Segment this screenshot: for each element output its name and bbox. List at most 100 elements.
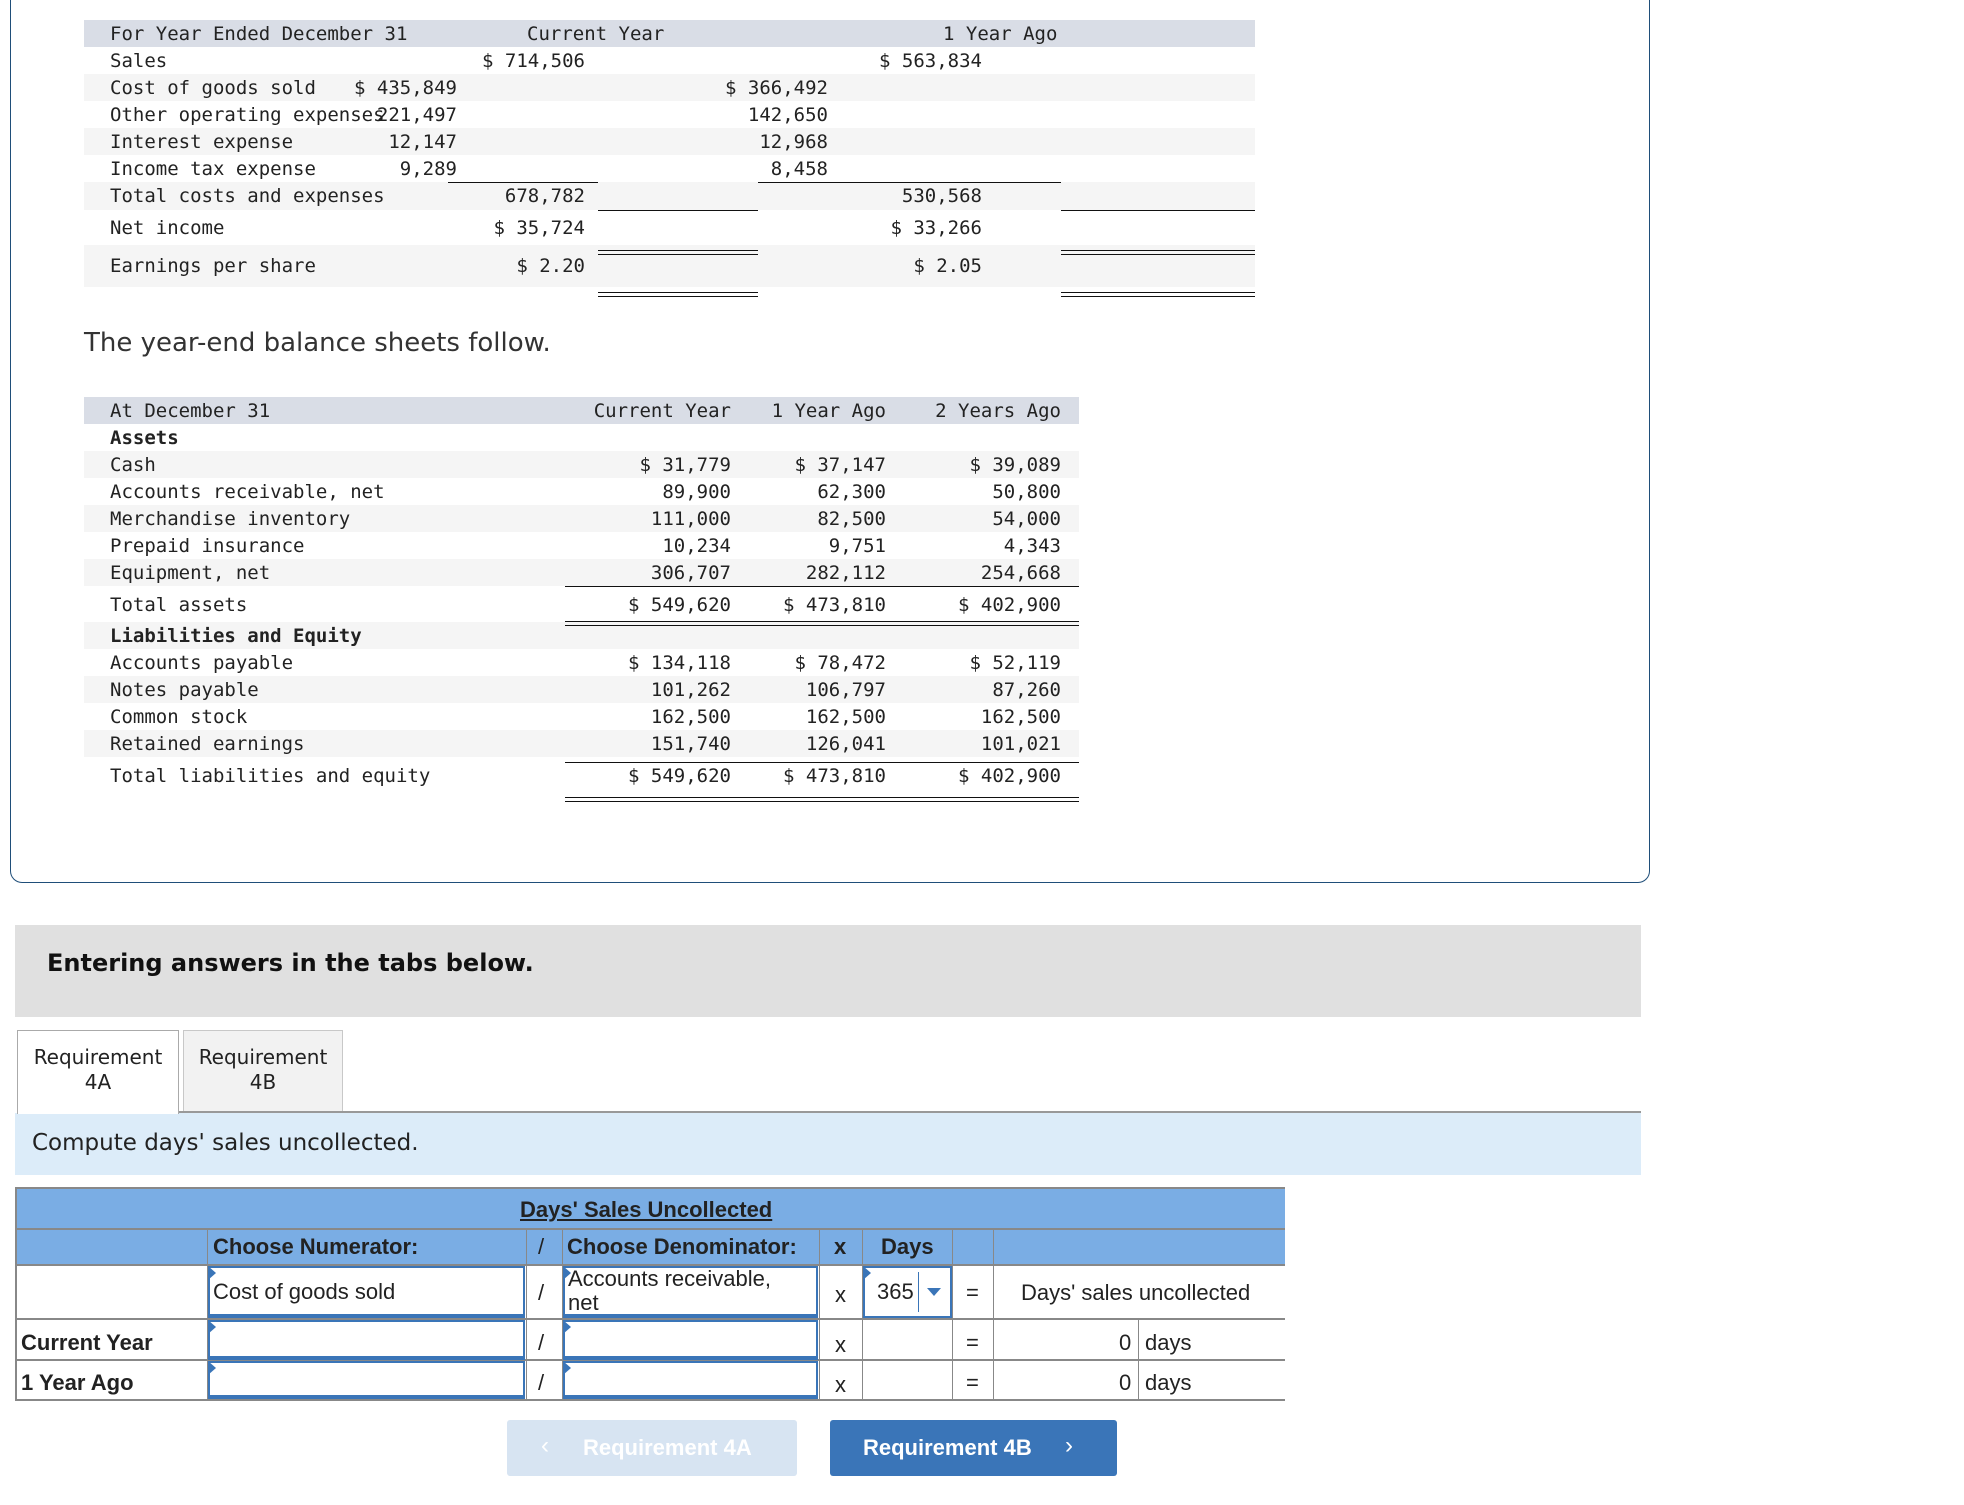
chevron-left-icon: ‹ [541,1432,549,1459]
chevron-right-icon: › [1065,1432,1073,1459]
dropdown-flag-icon [863,1266,871,1280]
rule-line [758,182,1061,183]
header-denominator: Choose Denominator: [567,1234,797,1259]
balance-row-label: Accounts receivable, net [110,481,385,503]
balance-value: $ 473,810 [783,765,886,787]
balance-value: 54,000 [992,508,1061,530]
balance-value: $ 134,118 [628,652,731,674]
balance-value: 82,500 [817,508,886,530]
income-py-total: 530,568 [901,185,982,207]
rule-line [1061,292,1255,297]
income-row: Sales $ 714,506 $ 563,834 [84,47,1255,74]
income-cy-detail: 9,289 [399,158,457,180]
rule-line [565,762,1079,763]
balance-value: 50,800 [992,481,1061,503]
balance-value: $ 37,147 [794,454,886,476]
days-sales-uncollected-table: Days' Sales Uncollected Choose Numerator… [15,1187,1285,1401]
balance-header-col-2yr: 2 Years Ago [935,400,1061,422]
current-year-div: / [538,1330,545,1355]
one-year-ago-result-unit: days [1145,1370,1192,1395]
entering-answers-text: Entering answers in the tabs below. [47,949,534,977]
numerator-select-formula[interactable]: Cost of goods sold [208,1266,525,1318]
balance-header-col-current: Current Year [593,400,731,422]
balance-value: 306,707 [650,562,731,584]
income-row: Net income $ 35,724 $ 33,266 [84,210,1255,245]
grid-line [952,1228,953,1401]
balance-row: Retained earnings 151,740 126,041 101,021 [84,730,1079,757]
balance-value: 9,751 [828,535,886,557]
balance-header-col-1yr: 1 Year Ago [771,400,886,422]
balance-row: Common stock 162,500 162,500 162,500 [84,703,1079,730]
income-cy-detail: $ 435,849 [354,77,457,99]
grid-line [819,1228,820,1401]
income-header-label: For Year Ended December 31 [110,23,408,45]
balance-row: Merchandise inventory 111,000 82,500 54,000 [84,505,1079,532]
balance-row-label: Total liabilities and equity [110,765,431,787]
income-py-total: $ 33,266 [890,216,982,239]
balance-row-label: Cash [110,454,156,476]
days-select[interactable]: 365 [863,1266,952,1318]
denominator-select-formula[interactable]: Accounts receivable, net [563,1266,818,1318]
balance-value: $ 402,900 [958,594,1061,616]
balance-value: 89,900 [662,481,731,503]
dsu-header-row: Choose Numerator: / Choose Denominator: … [15,1228,1285,1264]
header-numerator: Choose Numerator: [213,1234,419,1259]
tab-4a-line2: 4A [84,1070,112,1094]
balance-value: $ 549,620 [628,594,731,616]
tab-4b-line2: 4B [249,1070,277,1094]
income-row: Other operating expenses 221,497 142,650 [84,101,1255,128]
balance-value: 162,500 [805,706,886,728]
balance-value: 151,740 [650,733,731,755]
income-cy-total: 678,782 [504,185,585,207]
numerator-input-current-year[interactable] [208,1320,525,1360]
denominator-input-current-year[interactable] [563,1320,818,1360]
rule-line [1061,250,1255,255]
denominator-input-one-year-ago[interactable] [563,1361,818,1399]
formula-result-label: Days' sales uncollected [1021,1280,1251,1305]
current-year-result-unit: days [1145,1330,1192,1355]
income-row: Income tax expense 9,289 8,458 [84,155,1255,182]
tab-requirement-4a[interactable]: Requirement 4A [17,1030,179,1114]
rule-line [448,182,598,183]
one-year-ago-result-value: 0 [1119,1370,1132,1395]
income-cy-detail: 12,147 [388,131,457,153]
balance-value: 10,234 [662,535,731,557]
rule-line [598,292,758,297]
denominator-formula-line1: Accounts receivable, [568,1266,771,1291]
income-row-label: Net income [110,216,225,239]
balance-value: $ 78,472 [794,652,886,674]
income-row: Interest expense 12,147 12,968 [84,128,1255,155]
rule-line [565,621,1079,626]
balance-row-label: Retained earnings [110,733,305,755]
row-label-current-year: Current Year [21,1330,153,1355]
previous-requirement-button[interactable]: ‹ Requirement 4A [507,1420,797,1476]
grid-line [526,1228,527,1401]
formula-equals: = [966,1280,979,1305]
income-py-detail: 8,458 [770,158,828,180]
income-cy-total: $ 2.20 [516,255,585,277]
next-requirement-button[interactable]: Requirement 4B › [830,1420,1117,1476]
tab-4b-line1: Requirement [198,1045,328,1069]
balance-section-heading: Liabilities and Equity [110,625,362,647]
income-statement: For Year Ended December 31 Current Year … [84,20,1255,297]
numerator-input-one-year-ago[interactable] [208,1361,525,1399]
tab-requirement-4b[interactable]: Requirement 4B [183,1030,343,1112]
dropdown-flag-icon [563,1361,571,1375]
current-year-times: x [835,1332,846,1357]
dropdown-flag-icon [208,1361,216,1375]
rule-line [1061,210,1255,211]
income-cy-detail: 221,497 [376,104,457,126]
balance-sheet-intro: The year-end balance sheets follow. [84,328,551,358]
income-row: Total costs and expenses 678,782 530,568 [84,182,1255,210]
balance-row: Prepaid insurance 10,234 9,751 4,343 [84,532,1079,559]
chevron-down-icon [927,1288,941,1296]
income-py-detail: $ 366,492 [725,77,828,99]
balance-row-label: Prepaid insurance [110,535,305,557]
grid-line [993,1228,994,1401]
income-py-total: $ 2.05 [913,255,982,277]
numerator-formula-value: Cost of goods sold [213,1279,396,1304]
formula-div: / [538,1280,545,1305]
balance-value: 282,112 [805,562,886,584]
rule-line [598,250,758,255]
one-year-ago-div: / [538,1370,545,1395]
